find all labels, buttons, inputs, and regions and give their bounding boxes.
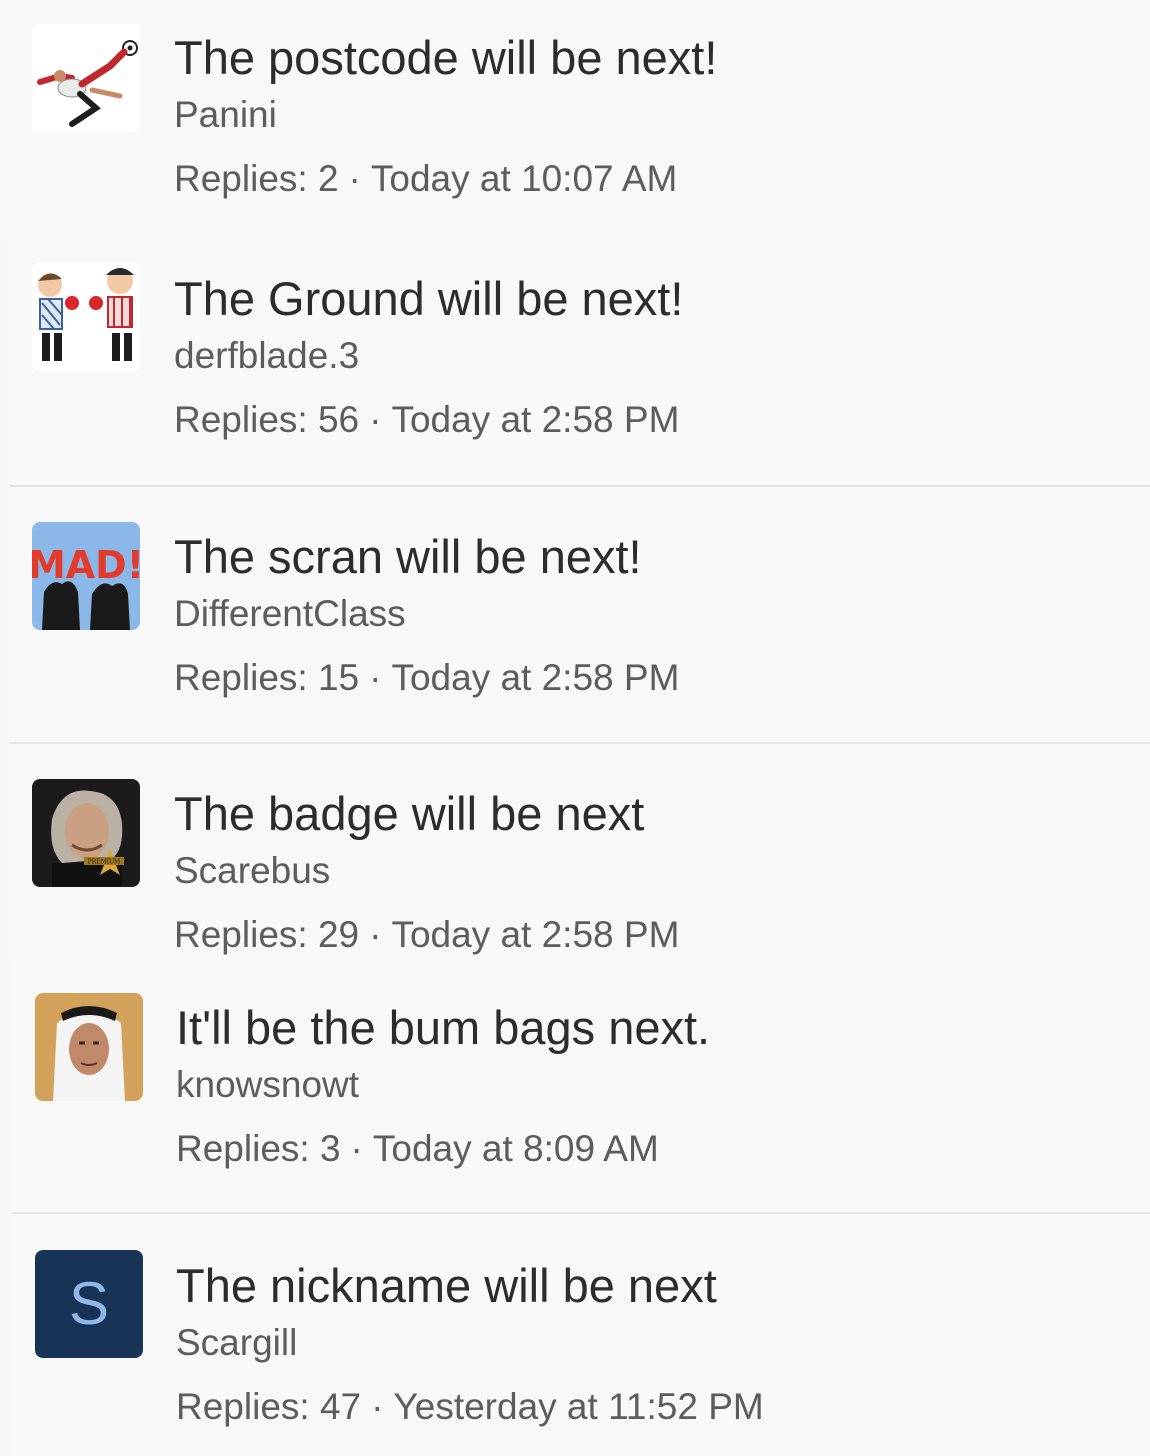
thread-meta: Replies: 3 · Today at 8:09 AM (176, 1124, 1130, 1174)
thread-title[interactable]: The scran will be next! (174, 529, 1130, 585)
footballer-avatar-icon[interactable] (32, 24, 140, 132)
thread-time[interactable]: Today at 2:58 PM (391, 399, 679, 440)
thread-item[interactable]: PREMIUM The badge will be next Scarebus … (10, 742, 1150, 962)
letter-avatar-icon[interactable]: S (35, 1250, 143, 1358)
thread-item[interactable]: MAD! The scran will be next! DifferentCl… (10, 485, 1150, 742)
meta-separator: · (369, 657, 382, 698)
replies-label: Replies: (176, 1386, 310, 1427)
replies-count: 29 (317, 914, 360, 955)
thread-time[interactable]: Today at 2:58 PM (391, 657, 679, 698)
meta-separator: · (369, 914, 382, 955)
thread-time[interactable]: Today at 8:09 AM (373, 1128, 659, 1169)
replies-label: Replies: (174, 158, 308, 199)
thread-list: The postcode will be next! Panini Replie… (0, 0, 1150, 1456)
meta-separator: · (371, 1386, 384, 1427)
meta-separator: · (348, 158, 361, 199)
thread-author[interactable]: knowsnowt (176, 1060, 1130, 1110)
thread-meta: Replies: 2 · Today at 10:07 AM (174, 154, 1130, 204)
replies-count: 47 (319, 1386, 362, 1427)
thread-author[interactable]: Scarebus (174, 846, 1130, 896)
thread-item[interactable]: It'll be the bum bags next. knowsnowt Re… (12, 962, 1150, 1212)
thread-meta: Replies: 29 · Today at 2:58 PM (174, 910, 1130, 960)
thread-item[interactable]: The Ground will be next! derfblade.3 Rep… (10, 235, 1150, 485)
thread-title[interactable]: The postcode will be next! (174, 30, 1130, 86)
replies-count: 15 (317, 657, 360, 698)
thread-time[interactable]: Yesterday at 11:52 PM (393, 1386, 763, 1427)
replies-count: 2 (317, 158, 339, 199)
avatar-letter: S (35, 1250, 143, 1358)
replies-count: 56 (317, 399, 360, 440)
premium-badge-text: PREMIUM (88, 859, 121, 866)
mad-avatar-icon[interactable]: MAD! (32, 522, 140, 630)
thread-meta: Replies: 47 · Yesterday at 11:52 PM (176, 1382, 1130, 1432)
thread-meta: Replies: 56 · Today at 2:58 PM (174, 395, 1130, 445)
replies-label: Replies: (174, 399, 308, 440)
thread-item[interactable]: The postcode will be next! Panini Replie… (0, 0, 1150, 235)
thread-author[interactable]: Panini (174, 90, 1130, 140)
replies-label: Replies: (174, 657, 308, 698)
thread-meta: Replies: 15 · Today at 2:58 PM (174, 653, 1130, 703)
meta-separator: · (369, 399, 382, 440)
replies-label: Replies: (176, 1128, 310, 1169)
thread-author[interactable]: Scargill (176, 1318, 1130, 1368)
replies-count: 3 (319, 1128, 341, 1169)
portrait-avatar-icon[interactable]: PREMIUM (32, 779, 140, 887)
thread-title[interactable]: The badge will be next (174, 786, 1130, 842)
headdress-avatar-icon[interactable] (35, 993, 143, 1101)
thread-author[interactable]: DifferentClass (174, 589, 1130, 639)
thread-item[interactable]: S The nickname will be next Scargill Rep… (12, 1212, 1150, 1456)
thread-time[interactable]: Today at 2:58 PM (391, 914, 679, 955)
boxing-avatar-icon[interactable] (32, 263, 140, 371)
thread-author[interactable]: derfblade.3 (174, 331, 1130, 381)
thread-title[interactable]: The nickname will be next (176, 1258, 1130, 1314)
meta-separator: · (350, 1128, 363, 1169)
thread-title[interactable]: It'll be the bum bags next. (176, 1000, 1130, 1056)
thread-time[interactable]: Today at 10:07 AM (371, 158, 677, 199)
replies-label: Replies: (174, 914, 308, 955)
mad-text: MAD! (32, 543, 140, 587)
thread-title[interactable]: The Ground will be next! (174, 271, 1130, 327)
